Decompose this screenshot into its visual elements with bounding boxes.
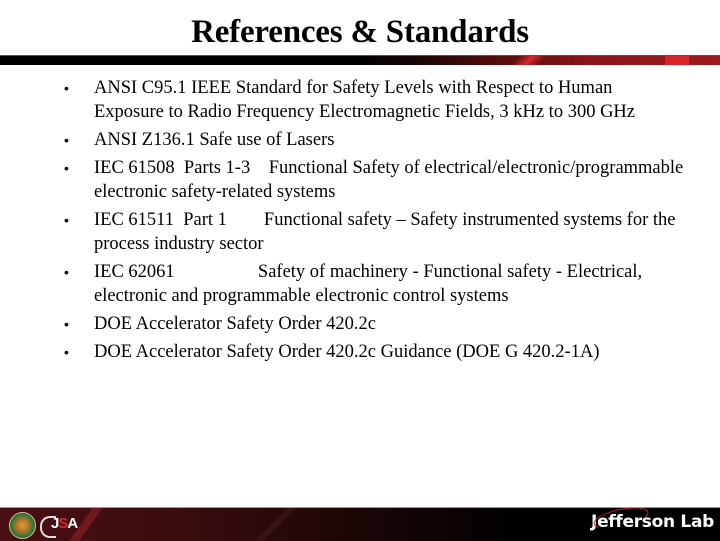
list-item: • IEC 61511 Part 1 Functional safety – Sa… [64, 208, 684, 256]
slide-footer: JSA Jefferson Lab [0, 507, 720, 541]
divider-accent-slash [510, 56, 548, 65]
list-item-text: DOE Accelerator Safety Order 420.2c Guid… [94, 342, 600, 362]
bullet-icon: • [64, 344, 69, 360]
bullet-icon: • [64, 80, 69, 96]
list-item: • IEC 61508 Parts 1-3 Functional Safety o… [64, 156, 684, 204]
jsa-letter: A [67, 515, 78, 532]
jsa-letter: S [58, 515, 68, 532]
bullet-icon: • [64, 212, 69, 228]
jsa-logo-icon: JSA [40, 514, 78, 538]
title-divider-bar [0, 55, 720, 65]
list-item-text: IEC 61511 Part 1 Functional safety – Saf… [94, 210, 681, 254]
slide-body: • ANSI C95.1 IEEE Standard for Safety Lev… [64, 76, 684, 368]
doe-seal-icon [9, 512, 36, 539]
footer-swoosh [247, 508, 301, 541]
bullet-icon: • [64, 132, 69, 148]
list-item: • DOE Accelerator Safety Order 420.2c Gui… [64, 340, 684, 364]
bullet-icon: • [64, 264, 69, 280]
list-item: • ANSI C95.1 IEEE Standard for Safety Lev… [64, 76, 684, 124]
list-item-text: ANSI C95.1 IEEE Standard for Safety Leve… [94, 78, 635, 122]
list-item-text: IEC 62061 Safety of machinery - Function… [94, 262, 647, 306]
list-item: • ANSI Z136.1 Safe use of Lasers [64, 128, 684, 152]
bullet-icon: • [64, 316, 69, 332]
list-item-text: DOE Accelerator Safety Order 420.2c [94, 314, 377, 334]
list-item: • IEC 62061 Safety of machinery - Functio… [64, 260, 684, 308]
list-item-text: IEC 61508 Parts 1-3 Functional Safety of… [94, 158, 688, 202]
bullet-icon: • [64, 160, 69, 176]
jefferson-lab-logo: Jefferson Lab [591, 508, 714, 533]
list-item-text: ANSI Z136.1 Safe use of Lasers [94, 130, 335, 150]
list-item: • DOE Accelerator Safety Order 420.2c [64, 312, 684, 336]
divider-accent-block [665, 56, 689, 65]
slide-title: References & Standards [191, 14, 529, 50]
references-list: • ANSI C95.1 IEEE Standard for Safety Lev… [64, 76, 684, 364]
jsa-logo-text: JSA [51, 515, 78, 532]
